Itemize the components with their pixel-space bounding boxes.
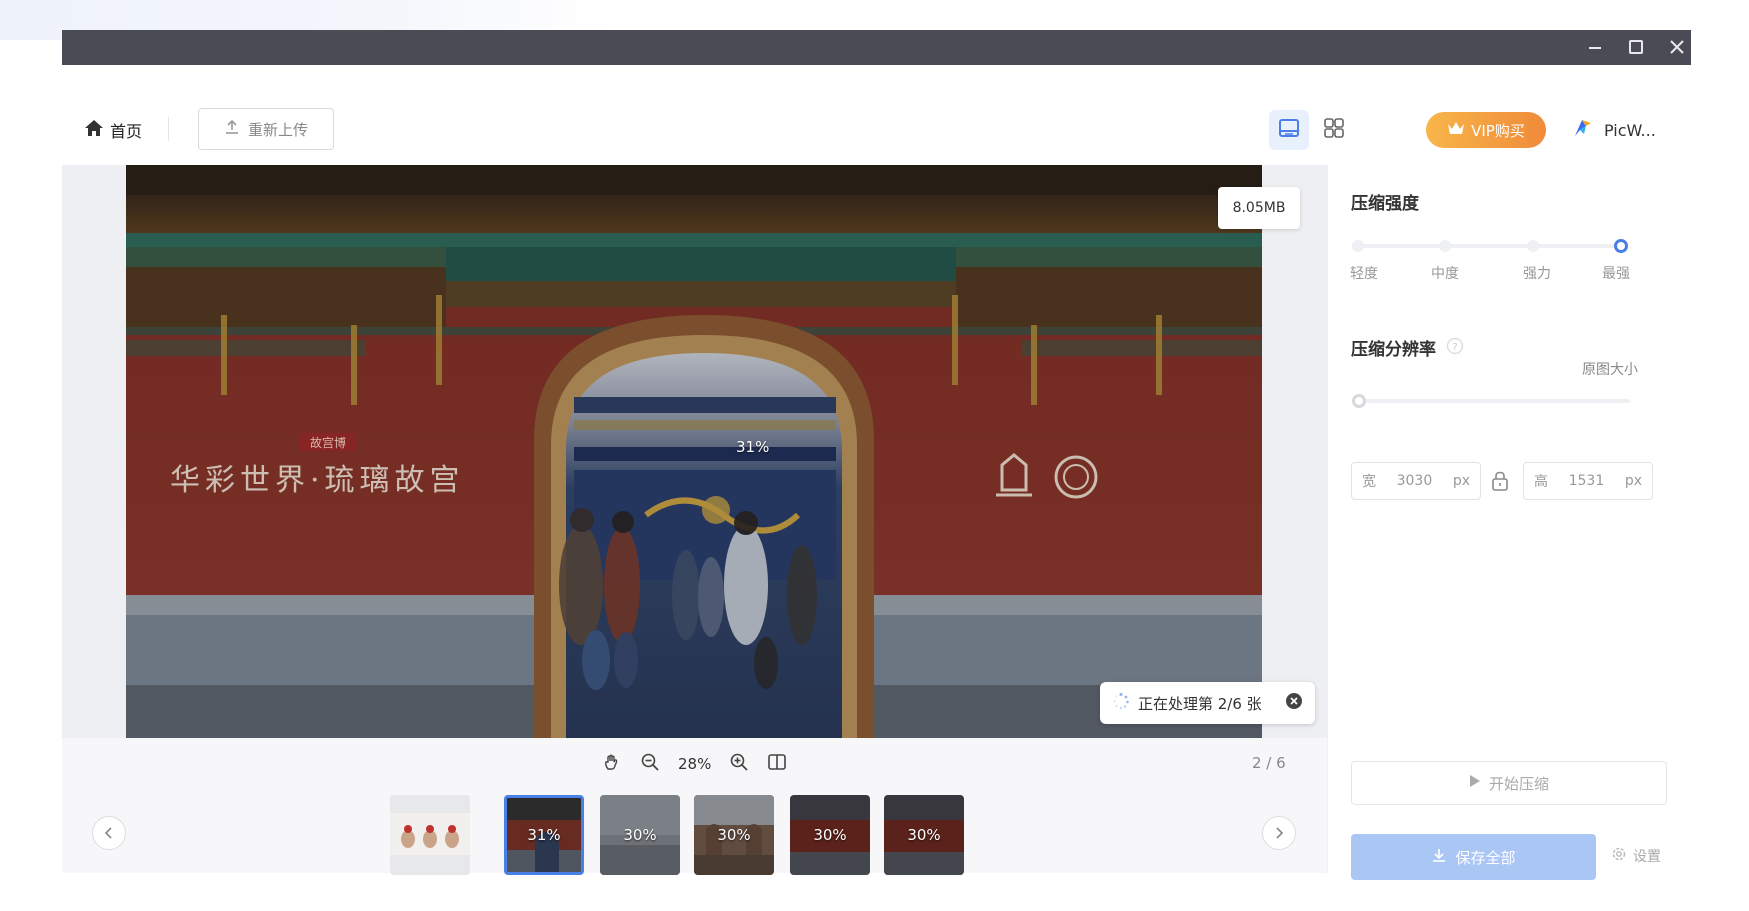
crown-icon (1447, 120, 1465, 140)
toolbar-divider (168, 117, 169, 141)
home-label: 首页 (110, 122, 143, 141)
home-button[interactable]: 首页 (84, 117, 142, 143)
strength-level-light[interactable]: 轻度 (1350, 263, 1378, 283)
download-icon (1431, 847, 1447, 867)
thumbnail-item[interactable]: 30% (790, 795, 870, 875)
chevron-right-icon (1273, 823, 1285, 844)
strength-stop[interactable] (1439, 240, 1451, 252)
thumbnail-item[interactable]: 30% (884, 795, 964, 875)
start-compress-button[interactable]: 开始压缩 (1351, 761, 1667, 805)
width-field[interactable]: 宽 3030 px (1351, 462, 1481, 500)
zoom-in-icon[interactable] (729, 752, 749, 776)
height-label: 高 (1534, 474, 1548, 490)
grid-view-button[interactable] (1314, 110, 1354, 150)
reupload-button[interactable]: 重新上传 (198, 108, 334, 150)
resolution-slider-track[interactable] (1358, 399, 1630, 403)
brand[interactable]: PicW... (1572, 115, 1656, 145)
forbidden-city-gate-image: 故宫博 华彩世界·琉璃故宫 (126, 165, 1262, 738)
thumbnail-item-selected[interactable]: 31% (504, 795, 584, 875)
thumbnail-label: 30% (907, 826, 941, 844)
title-bar (62, 30, 1691, 65)
thumbnail-item[interactable]: 30% (600, 795, 680, 875)
grid-view-icon (1323, 117, 1345, 143)
processing-status: 正在处理第 2/6 张 (1100, 682, 1315, 724)
loading-spinner-icon (1112, 692, 1130, 714)
upload-icon (224, 119, 240, 139)
page-indicator: 2 / 6 (1252, 754, 1286, 772)
strength-slider-track[interactable] (1358, 244, 1628, 248)
strength-level-strong[interactable]: 强力 (1523, 263, 1551, 283)
next-image-button[interactable] (1262, 816, 1296, 850)
single-view-icon (1278, 117, 1300, 143)
file-size-badge: 8.05MB (1218, 187, 1300, 229)
help-icon[interactable]: ? (1446, 337, 1464, 359)
toolbar: 首页 重新上传 VIP购买 PicW... (62, 65, 1691, 166)
resolution-title: 压缩分辨率 (1351, 340, 1436, 360)
thumbnail-label: 30% (623, 826, 657, 844)
width-unit: px (1452, 473, 1470, 489)
start-compress-label: 开始压缩 (1488, 774, 1549, 793)
strength-level-medium[interactable]: 中度 (1431, 263, 1459, 283)
maximize-icon[interactable] (1618, 34, 1654, 60)
thumbnail-label: 30% (717, 826, 751, 844)
app-logo-icon (1572, 117, 1594, 143)
settings-button[interactable]: 设置 (1611, 846, 1661, 866)
thumbnail-label (390, 795, 470, 875)
height-value: 1531 (1568, 473, 1605, 489)
width-label: 宽 (1362, 474, 1376, 490)
strength-level-max[interactable]: 最强 (1602, 263, 1630, 283)
lock-icon[interactable] (1489, 470, 1511, 496)
close-icon[interactable] (1659, 34, 1695, 60)
thumbnail-label: 31% (527, 826, 561, 844)
gear-icon (1611, 846, 1627, 866)
vip-label: VIP购买 (1471, 121, 1525, 140)
save-all-label: 保存全部 (1455, 848, 1516, 867)
height-unit: px (1624, 473, 1642, 489)
strength-title: 压缩强度 (1351, 194, 1419, 214)
app-window: 首页 重新上传 VIP购买 PicW... 故宫博 华彩世界·琉璃故宫 31% … (62, 30, 1692, 880)
settings-panel: 压缩强度 轻度 中度 强力 最强 压缩分辨率 ? 原图大小 宽 3030 px … (1327, 165, 1692, 880)
strength-slider-knob[interactable] (1614, 239, 1628, 253)
zoom-level: 28% (678, 755, 712, 773)
single-view-button[interactable] (1269, 110, 1309, 150)
zoom-tools: 28% (602, 750, 787, 778)
resolution-mode[interactable]: 原图大小 (1582, 359, 1638, 379)
thumbnail-bar: 28% 2 / 6 31% 30% 30% 30% 30% (62, 738, 1327, 875)
strength-stop[interactable] (1527, 240, 1539, 252)
settings-label: 设置 (1633, 849, 1661, 865)
thumbnail-item[interactable]: 30% (694, 795, 774, 875)
strength-stop[interactable] (1352, 240, 1364, 252)
thumbnail-label: 30% (813, 826, 847, 844)
brand-label: PicW... (1604, 120, 1656, 140)
height-field[interactable]: 高 1531 px (1523, 462, 1653, 500)
play-icon (1469, 774, 1481, 792)
compare-view-icon[interactable] (767, 752, 787, 776)
minimize-icon[interactable] (1577, 34, 1613, 60)
image-compression-percent: 31% (736, 438, 770, 456)
vip-purchase-button[interactable]: VIP购买 (1426, 112, 1546, 148)
thumbnail-item[interactable] (390, 795, 470, 875)
hand-pan-icon[interactable] (602, 752, 622, 776)
preview-image[interactable]: 故宫博 华彩世界·琉璃故宫 31% (126, 165, 1262, 738)
resolution-slider-knob[interactable] (1352, 394, 1366, 408)
home-icon (84, 118, 104, 142)
save-all-button[interactable]: 保存全部 (1351, 834, 1596, 880)
processing-text: 正在处理第 2/6 张 (1138, 694, 1262, 713)
reupload-label: 重新上传 (247, 120, 308, 139)
width-value: 3030 (1396, 473, 1433, 489)
svg-text:?: ? (1452, 342, 1457, 353)
preview-area: 故宫博 华彩世界·琉璃故宫 31% 8.05MB 正在处理第 2/6 张 (62, 165, 1327, 738)
chevron-left-icon (103, 823, 115, 844)
prev-image-button[interactable] (92, 816, 126, 850)
zoom-out-icon[interactable] (640, 752, 660, 776)
cancel-processing-icon[interactable] (1285, 692, 1303, 714)
